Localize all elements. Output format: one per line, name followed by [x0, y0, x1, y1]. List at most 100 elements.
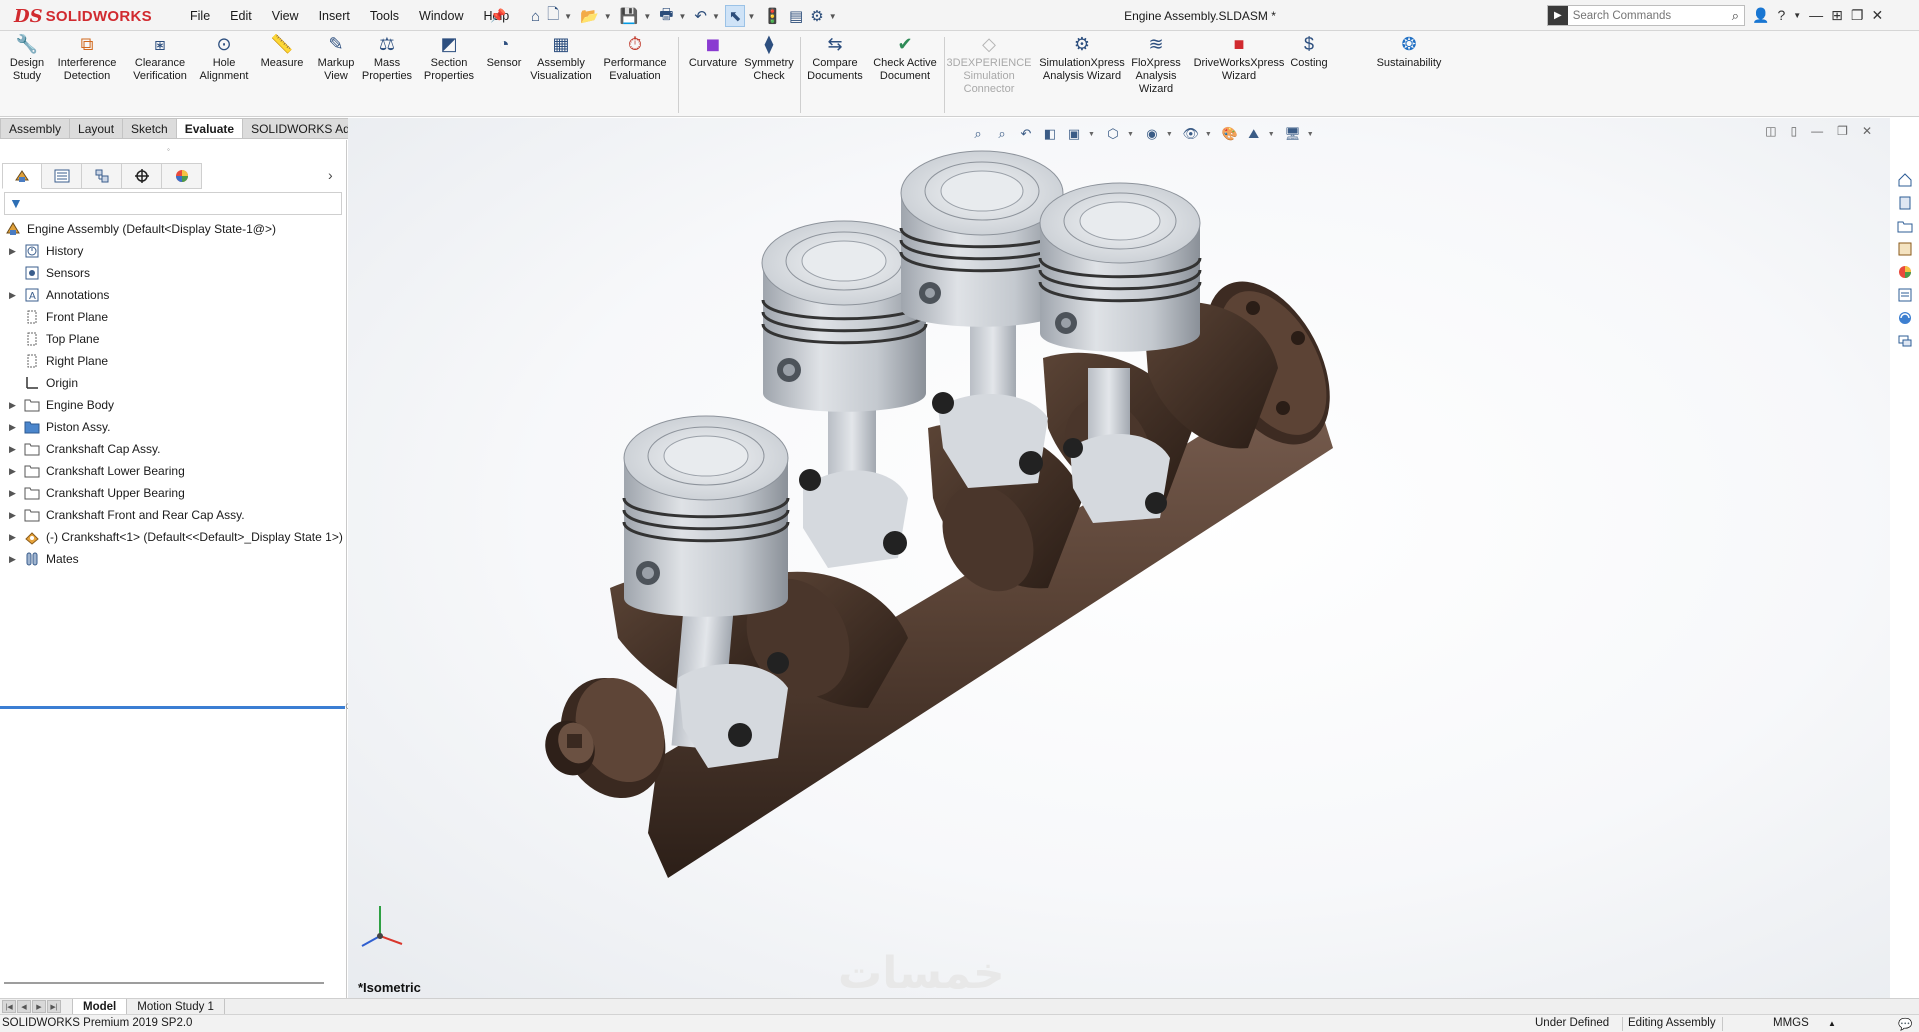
featuremanager-tab-icon[interactable]	[2, 163, 42, 189]
command-design-study[interactable]: 🔧 Design Study	[10, 33, 44, 83]
tab-assembly[interactable]: Assembly	[0, 118, 71, 139]
solidworks-forum-icon[interactable]	[1894, 307, 1916, 329]
chevron-down-icon[interactable]: ▼	[828, 12, 841, 21]
chevron-right-icon[interactable]: ›	[328, 167, 333, 183]
command-assembly-visualization[interactable]: ▦ Assembly Visualization	[528, 33, 594, 83]
tree-item[interactable]: Top Plane	[0, 328, 347, 350]
expand-arrow-icon[interactable]: ▶	[8, 510, 17, 521]
new-document-icon[interactable]: 🗋	[544, 5, 562, 27]
command-section-properties[interactable]: ◩ Section Properties	[421, 33, 477, 83]
menu-insert[interactable]: Insert	[309, 9, 360, 23]
tab-layout[interactable]: Layout	[70, 118, 124, 139]
displaymanager-tab-icon[interactable]	[162, 163, 202, 189]
view-palette-icon[interactable]	[1894, 238, 1916, 260]
expand-arrow-icon[interactable]: ▶	[8, 554, 17, 565]
search-icon[interactable]: ⌕	[1727, 8, 1744, 24]
custom-properties-icon[interactable]	[1894, 284, 1916, 306]
tree-item[interactable]: ▶ Crankshaft Cap Assy.	[0, 438, 347, 460]
command-simulationxpress[interactable]: ⚙ SimulationXpress Analysis Wizard	[1036, 33, 1128, 83]
search-input[interactable]	[1567, 6, 1727, 25]
engine-assembly-model[interactable]	[348, 118, 1890, 998]
search-commands-box[interactable]: ▶ ⌕	[1547, 5, 1745, 26]
command-sensor[interactable]: ◔ Sensor	[484, 33, 524, 70]
pin-menu-icon[interactable]: 📌	[490, 8, 506, 24]
close-icon[interactable]: ✕	[1871, 7, 1883, 24]
home-icon[interactable]: ⌂	[528, 5, 543, 27]
tab-evaluate[interactable]: Evaluate	[176, 118, 244, 139]
filter-icon[interactable]: ▼	[9, 195, 23, 211]
expand-arrow-icon[interactable]: ▶	[8, 444, 17, 455]
expand-arrow-icon[interactable]: ▶	[8, 290, 17, 301]
command-check-document[interactable]: ✔ Check Active Document	[870, 33, 940, 83]
user-icon[interactable]: 👤	[1752, 7, 1769, 24]
tree-item[interactable]: Right Plane	[0, 350, 347, 372]
last-tab-icon[interactable]: ▶|	[47, 1000, 61, 1013]
command-costing[interactable]: $ Costing	[1284, 33, 1334, 70]
previous-tab-icon[interactable]: ◀	[17, 1000, 31, 1013]
tree-filter[interactable]: ▼	[4, 192, 342, 215]
command-measure[interactable]: 📏 Measure	[258, 33, 306, 70]
expand-arrow-icon[interactable]: ▶	[8, 466, 17, 477]
chevron-down-icon[interactable]: ▼	[746, 12, 759, 21]
expand-arrow-icon[interactable]: ▶	[8, 246, 17, 257]
tree-item[interactable]: Front Plane	[0, 306, 347, 328]
command-mass-properties[interactable]: ⚖ Mass Properties	[360, 33, 414, 83]
chevron-down-icon[interactable]: ▼	[677, 12, 690, 21]
tree-item[interactable]: ▶ Engine Body	[0, 394, 347, 416]
forum-chat-icon[interactable]	[1894, 330, 1916, 352]
menu-tools[interactable]: Tools	[360, 9, 409, 23]
command-driveworks[interactable]: ■ DriveWorksXpress Wizard	[1192, 33, 1286, 83]
panel-scrollbar[interactable]	[4, 982, 324, 984]
menu-view[interactable]: View	[262, 9, 309, 23]
chevron-up-icon[interactable]: ▲	[1828, 1019, 1836, 1028]
command-curvature[interactable]: ◼ Curvature	[685, 33, 741, 70]
file-explorer-icon[interactable]	[1894, 215, 1916, 237]
file-properties-icon[interactable]: ▤	[786, 5, 806, 27]
command-symmetry[interactable]: ⧫ Symmetry Check	[741, 33, 797, 83]
options-gear-icon[interactable]: ⚙	[807, 5, 826, 27]
tree-item[interactable]: ▶ (-) Crankshaft<1> (Default<<Default>_Di…	[0, 526, 347, 548]
menu-window[interactable]: Window	[409, 9, 473, 23]
undo-icon[interactable]: ↶	[691, 5, 710, 27]
piston-3[interactable]	[899, 150, 1065, 488]
tree-item[interactable]: ▶ History	[0, 240, 347, 262]
tab-sketch[interactable]: Sketch	[123, 118, 177, 139]
expand-arrow-icon[interactable]: ▶	[8, 488, 17, 499]
tree-root-assembly[interactable]: Engine Assembly (Default<Display State-1…	[0, 218, 347, 240]
propertymanager-tab-icon[interactable]	[42, 163, 82, 189]
help-icon[interactable]: ?	[1777, 7, 1785, 23]
chevron-down-icon[interactable]: ▼	[711, 12, 724, 21]
minimize-icon[interactable]: —	[1809, 7, 1823, 23]
panel-grip-icon[interactable]: ◦	[167, 145, 170, 154]
command-performance[interactable]: ⏱ Performance Evaluation	[601, 33, 669, 83]
chevron-down-icon[interactable]: ▼	[642, 12, 655, 21]
print-icon[interactable]: 🖶	[656, 5, 676, 27]
solidworks-logo[interactable]: DS SOLIDWORKS	[14, 5, 152, 27]
next-tab-icon[interactable]: ▶	[32, 1000, 46, 1013]
chevron-down-icon[interactable]: ▼	[603, 12, 616, 21]
graphics-area[interactable]: ⌕ ⌕ ↶ ◧ ▣ ▼ ⬡ ▼ ◉ ▼ 👁 ▼ 🎨 ⛰ ▼ 🖥 ▼ ◫ ▯ — …	[348, 118, 1890, 999]
tree-item[interactable]: Sensors	[0, 262, 347, 284]
tile-icon[interactable]: ⊞	[1831, 7, 1843, 24]
rollback-bar[interactable]	[0, 706, 345, 709]
select-icon[interactable]: ⬉	[724, 5, 746, 27]
restore-icon[interactable]: ❐	[1851, 7, 1864, 24]
tree-item[interactable]: ▶ Mates	[0, 548, 347, 570]
menu-edit[interactable]: Edit	[220, 9, 262, 23]
solidworks-resources-icon[interactable]	[1894, 169, 1916, 191]
command-hole-alignment[interactable]: ⊙ Hole Alignment	[200, 33, 249, 83]
tree-item[interactable]: Origin	[0, 372, 347, 394]
expand-arrow-icon[interactable]: ▶	[8, 532, 17, 543]
expand-arrow-icon[interactable]: ▶	[8, 400, 17, 411]
command-sustainability[interactable]: ❂ Sustainability	[1372, 33, 1446, 70]
bottom-tab-motion-study-1[interactable]: Motion Study 1	[127, 999, 225, 1014]
command-clearance[interactable]: ⧆ Clearance Verification	[130, 33, 190, 83]
chevron-down-icon[interactable]: ▼	[563, 12, 576, 21]
search-type-icon[interactable]: ▶	[1548, 6, 1568, 25]
tree-item[interactable]: ▶ A Annotations	[0, 284, 347, 306]
command-compare[interactable]: ⇆ Compare Documents	[805, 33, 865, 83]
command-markup[interactable]: ✎ Markup View	[312, 33, 360, 83]
tree-item[interactable]: ▶ Piston Assy.	[0, 416, 347, 438]
tree-item[interactable]: ▶ Crankshaft Upper Bearing	[0, 482, 347, 504]
tree-item[interactable]: ▶ Crankshaft Front and Rear Cap Assy.	[0, 504, 347, 526]
